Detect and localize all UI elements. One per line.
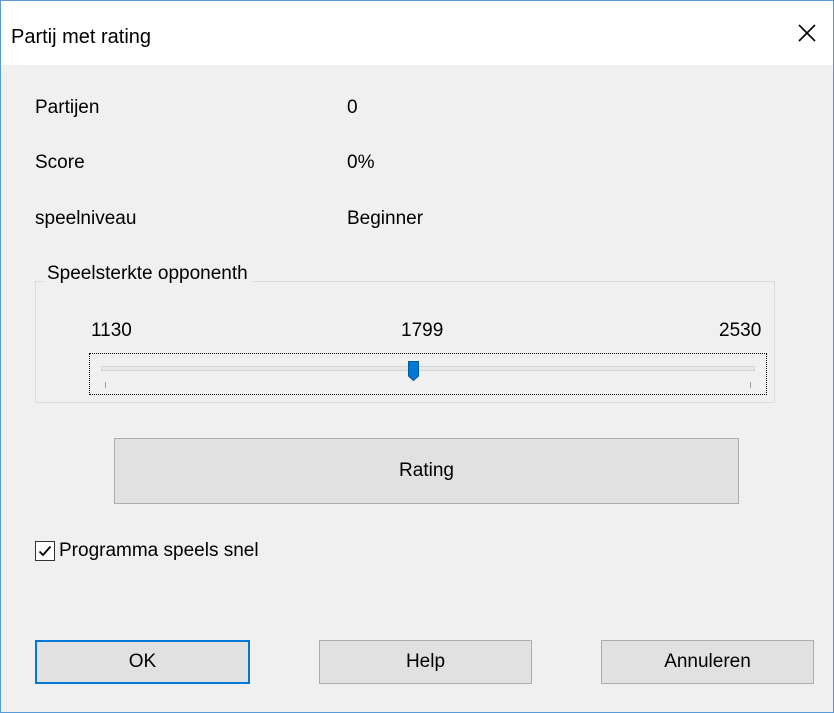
title-bar: Partij met rating bbox=[1, 1, 833, 65]
close-icon bbox=[798, 24, 816, 42]
fast-play-label: Programma speels snel bbox=[59, 540, 259, 561]
slider-current-label: 1799 bbox=[401, 320, 444, 341]
slider-thumb-icon bbox=[408, 361, 420, 382]
ok-button[interactable]: OK bbox=[35, 640, 250, 684]
level-label: speelniveau bbox=[35, 208, 137, 229]
rating-button-label: Rating bbox=[399, 460, 454, 481]
ok-button-label: OK bbox=[128, 651, 157, 672]
cancel-button-label: Annuleren bbox=[664, 651, 751, 672]
games-value: 0 bbox=[347, 97, 358, 118]
score-value: 0% bbox=[347, 152, 375, 173]
score-label: Score bbox=[35, 152, 85, 173]
opponent-strength-slider[interactable] bbox=[89, 353, 767, 395]
help-button-label: Help bbox=[405, 651, 446, 672]
opponent-strength-group-label: Speelsterkte opponenth bbox=[43, 262, 252, 286]
rating-dialog: Partij met rating Partijen 0 Score 0% sp… bbox=[0, 0, 834, 713]
rating-button[interactable]: Rating bbox=[114, 438, 739, 504]
slider-thumb[interactable] bbox=[408, 361, 420, 382]
slider-track[interactable] bbox=[101, 366, 755, 371]
games-label: Partijen bbox=[35, 97, 100, 118]
cancel-button[interactable]: Annuleren bbox=[601, 640, 814, 684]
slider-tick-max bbox=[750, 382, 751, 388]
level-value: Beginner bbox=[347, 208, 424, 229]
fast-play-checkbox[interactable]: Programma speels snel bbox=[35, 539, 259, 563]
slider-tick-min bbox=[105, 382, 106, 388]
checkmark-icon bbox=[38, 545, 52, 557]
dialog-title: Partij met rating bbox=[11, 26, 152, 48]
fast-play-checkbox-box[interactable] bbox=[35, 541, 55, 561]
help-button[interactable]: Help bbox=[319, 640, 532, 684]
slider-max-label: 2530 bbox=[719, 320, 762, 341]
slider-min-label: 1130 bbox=[91, 320, 132, 341]
close-button[interactable] bbox=[781, 9, 833, 57]
